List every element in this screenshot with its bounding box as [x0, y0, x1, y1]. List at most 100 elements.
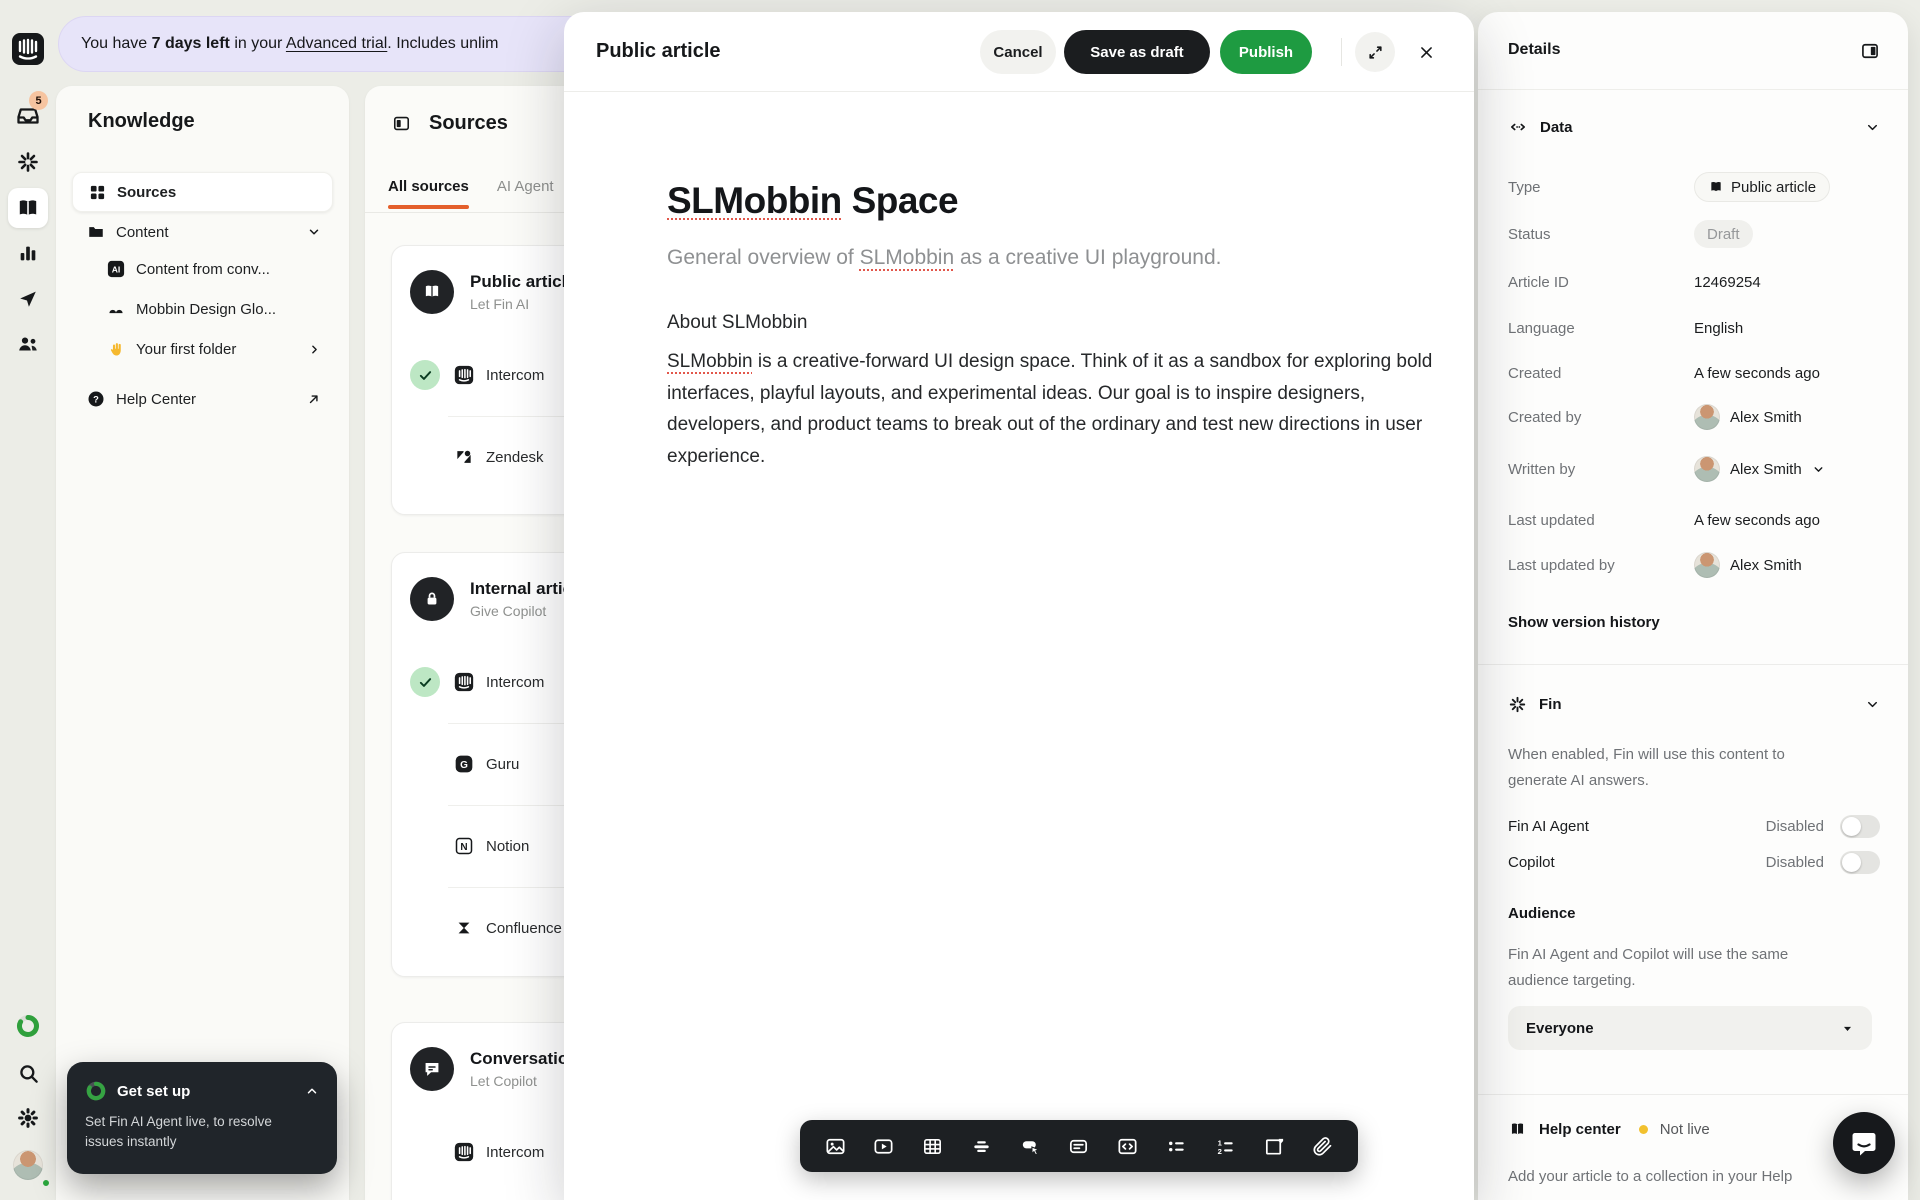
divider-icon[interactable] — [964, 1129, 998, 1163]
contacts-icon[interactable] — [11, 327, 45, 361]
sidebar-item-content-from-conversations[interactable]: AI Content from conv... — [72, 249, 333, 289]
source-name: Intercom — [486, 674, 544, 691]
cancel-button[interactable]: Cancel — [980, 30, 1056, 74]
help-circle-icon: ? — [86, 389, 106, 409]
sidebar-item-label: Sources — [117, 184, 176, 201]
save-as-draft-button[interactable]: Save as draft — [1064, 30, 1210, 74]
show-version-history-link[interactable]: Show version history — [1508, 614, 1660, 631]
detail-row-language: Language English — [1508, 315, 1880, 341]
sidebar-item-mobbin-design[interactable]: Mobbin Design Glo... — [72, 289, 333, 329]
progress-ring-icon[interactable] — [11, 1009, 45, 1043]
article-subtitle[interactable]: General overview of SLMobbin as a creati… — [667, 246, 1221, 270]
live-status-label: Not live — [1660, 1121, 1710, 1138]
attachment-icon[interactable] — [1306, 1129, 1340, 1163]
svg-text:1: 1 — [1217, 1138, 1222, 1147]
lock-icon — [410, 577, 454, 621]
article-about-heading[interactable]: About SLMobbin — [667, 312, 808, 334]
fin-icon[interactable] — [11, 145, 45, 179]
outbound-icon[interactable] — [11, 282, 45, 316]
get-set-up-card[interactable]: Get set up Set Fin AI Agent live, to res… — [67, 1062, 337, 1174]
bullet-list-icon[interactable] — [1160, 1129, 1194, 1163]
external-link-icon — [307, 392, 321, 406]
book-icon — [410, 270, 454, 314]
copilot-toggle[interactable] — [1840, 851, 1880, 874]
template-icon[interactable] — [1257, 1129, 1291, 1163]
numbered-list-icon[interactable]: 12 — [1208, 1129, 1242, 1163]
details-header: Details — [1478, 12, 1908, 90]
waving-hand-icon — [106, 339, 126, 359]
fin-ai-agent-toggle[interactable] — [1840, 815, 1880, 838]
tab-ai-agent[interactable]: AI Agent — [497, 178, 554, 209]
button-icon[interactable] — [1013, 1129, 1047, 1163]
setup-card-title: Get set up — [117, 1083, 190, 1100]
search-icon[interactable] — [11, 1056, 45, 1090]
user-avatar[interactable] — [11, 1148, 45, 1182]
chevron-right-icon[interactable] — [308, 343, 321, 356]
chevron-down-icon[interactable] — [1865, 697, 1880, 712]
intercom-icon — [452, 1140, 476, 1164]
section-divider — [1478, 1094, 1908, 1095]
svg-text:?: ? — [93, 394, 99, 404]
code-block-icon[interactable] — [1111, 1129, 1145, 1163]
toggle-panel-icon[interactable] — [1860, 41, 1880, 61]
left-nav-rail: 5 — [0, 0, 56, 1200]
avatar — [1694, 404, 1720, 430]
intercom-icon — [452, 363, 476, 387]
data-section-header[interactable]: Data — [1508, 117, 1880, 137]
fin-section-header[interactable]: Fin — [1508, 695, 1880, 714]
audience-select[interactable]: Everyone — [1508, 1006, 1872, 1050]
chevron-down-icon[interactable] — [1812, 463, 1825, 476]
section-title: Fin — [1539, 696, 1562, 713]
chevron-up-icon[interactable] — [305, 1084, 319, 1098]
fin-description: When enabled, Fin will use this content … — [1508, 742, 1844, 794]
chevron-down-icon[interactable] — [307, 225, 321, 239]
sidebar-item-content[interactable]: Content — [72, 212, 333, 252]
detail-row-status: Status Draft — [1508, 221, 1880, 247]
chevron-down-icon[interactable] — [1865, 120, 1880, 135]
advanced-trial-link[interactable]: Advanced trial — [286, 35, 387, 52]
sources-panel-title: Sources — [429, 112, 508, 135]
sidebar-item-label: Content — [116, 224, 169, 241]
source-name: Confluence — [486, 920, 562, 937]
inbox-icon[interactable]: 5 — [11, 99, 45, 133]
expand-icon[interactable] — [1355, 32, 1395, 72]
detail-row-type: Type Public article — [1508, 174, 1880, 200]
confluence-icon — [452, 916, 476, 940]
reports-icon[interactable] — [11, 236, 45, 270]
article-title[interactable]: SLMobbin Space — [667, 180, 958, 222]
zendesk-icon — [452, 445, 476, 469]
sidebar-item-your-first-folder[interactable]: Your first folder — [72, 329, 333, 369]
status-badge: Draft — [1694, 220, 1753, 248]
mobbin-glyph-icon — [106, 299, 126, 319]
intercom-logo[interactable] — [11, 32, 45, 66]
check-icon — [410, 360, 440, 390]
knowledge-icon[interactable] — [8, 188, 48, 228]
detail-row-last-updated-by: Last updated by Alex Smith — [1508, 552, 1880, 578]
grid-icon — [87, 182, 107, 202]
intercom-messenger-launcher[interactable] — [1833, 1112, 1895, 1174]
sidebar-item-sources[interactable]: Sources — [72, 172, 333, 212]
settings-icon[interactable] — [11, 1101, 45, 1135]
callout-icon[interactable] — [1062, 1129, 1096, 1163]
editor-toolbar: 12 — [800, 1120, 1358, 1172]
sidebar-item-help-center[interactable]: ? Help Center — [72, 379, 333, 419]
avatar — [1694, 552, 1720, 578]
help-center-section-header[interactable]: Help center Not live — [1508, 1120, 1880, 1139]
fin-ai-agent-row: Fin AI Agent Disabled — [1508, 813, 1880, 839]
publish-button[interactable]: Publish — [1220, 30, 1312, 74]
source-name: Intercom — [486, 367, 544, 384]
video-icon[interactable] — [867, 1129, 901, 1163]
fin-icon — [1508, 695, 1527, 714]
type-chip[interactable]: Public article — [1694, 172, 1830, 202]
collapse-panel-icon[interactable] — [392, 114, 411, 133]
image-icon[interactable] — [818, 1129, 852, 1163]
article-body[interactable]: SLMobbin is a creative-forward UI design… — [667, 346, 1455, 472]
table-icon[interactable] — [916, 1129, 950, 1163]
section-title: Help center — [1539, 1121, 1621, 1138]
help-center-description: Add your article to a collection in your… — [1508, 1164, 1864, 1190]
intercom-icon — [452, 670, 476, 694]
tab-all-sources[interactable]: All sources — [388, 178, 469, 209]
close-icon[interactable] — [1406, 32, 1446, 72]
check-icon — [410, 667, 440, 697]
detail-row-written-by[interactable]: Written by Alex Smith — [1508, 456, 1880, 482]
